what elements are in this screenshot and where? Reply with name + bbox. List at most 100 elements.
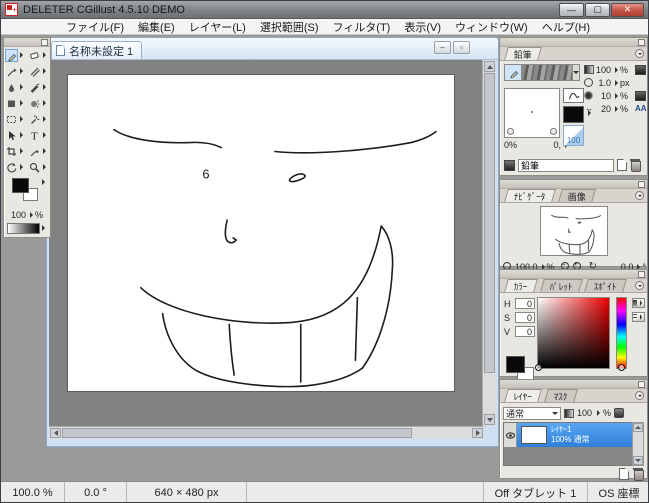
foreground-color-swatch[interactable]: [12, 178, 29, 193]
blend-mode-select[interactable]: 通常: [503, 407, 561, 420]
layers-close-box[interactable]: [638, 381, 645, 388]
curve-right-button[interactable]: [550, 128, 557, 135]
pressure-curve-editor[interactable]: [504, 88, 560, 138]
preset-tile[interactable]: 100: [563, 125, 584, 146]
lock-icon[interactable]: [614, 408, 624, 418]
pen-density-row[interactable]: 10 %: [584, 89, 646, 102]
delete-preset-icon[interactable]: [630, 159, 640, 171]
tool-crop[interactable]: [4, 143, 27, 159]
layers-titlebar[interactable]: [500, 380, 647, 389]
navigator-titlebar[interactable]: [500, 180, 647, 189]
scroll-left-arrow[interactable]: [50, 428, 61, 438]
palette-tab[interactable]: ﾊﾟﾚｯﾄ: [540, 279, 582, 292]
menu-layer[interactable]: レイヤー(L): [182, 19, 253, 35]
antialias-icon[interactable]: AA: [635, 104, 646, 114]
menu-view[interactable]: 表示(V): [397, 19, 448, 35]
hue-field[interactable]: 0: [515, 298, 535, 309]
layers-menu-button[interactable]: [635, 391, 644, 400]
swatch-dropdown-arrow[interactable]: [42, 179, 45, 185]
tool-text[interactable]: T: [27, 127, 50, 143]
color-panel-menu-button[interactable]: [635, 281, 644, 290]
saturation-field[interactable]: 0: [515, 312, 535, 323]
maximize-button[interactable]: ▢: [585, 3, 610, 17]
curve-shape-button[interactable]: [563, 88, 584, 103]
new-layer-icon[interactable]: [619, 468, 629, 480]
brush-selected-cell[interactable]: [505, 65, 522, 80]
toolbox-close-box[interactable]: [41, 39, 48, 46]
color-panel-titlebar[interactable]: [500, 270, 647, 279]
layer-scroll-up[interactable]: [633, 423, 643, 432]
doc-minimize-button[interactable]: –: [434, 41, 451, 54]
status-rotation[interactable]: 0.0 °: [65, 482, 127, 503]
gradient-bar[interactable]: [7, 223, 40, 234]
value-field[interactable]: 0: [515, 326, 535, 337]
menu-window[interactable]: ウィンドウ(W): [448, 19, 535, 35]
brush-preview-row[interactable]: [504, 64, 580, 81]
menu-help[interactable]: ヘルプ(H): [535, 19, 597, 35]
image-tab[interactable]: 画像: [558, 189, 596, 202]
layers-tab[interactable]: ﾚｲﾔｰ: [504, 389, 542, 402]
layer-row[interactable]: ﾚｲﾔｰ1 100% 通常: [504, 423, 633, 447]
brush-texture-strip[interactable]: [522, 65, 572, 80]
sv-marker[interactable]: [535, 364, 542, 371]
status-zoom[interactable]: 100.0 %: [1, 482, 65, 503]
titlebar[interactable]: DELETER CGillust 4.5.10 DEMO — ▢ ✕: [1, 1, 648, 19]
color-panel-close-box[interactable]: [638, 271, 645, 278]
menu-file[interactable]: ファイル(F): [59, 19, 131, 35]
pen-size-row[interactable]: 1.0 px: [584, 76, 646, 89]
navigator-tab[interactable]: ﾅﾋﾞｹﾞｰﾀ: [504, 189, 555, 202]
hue-marker[interactable]: [618, 364, 625, 371]
tool-magic-wand[interactable]: [27, 111, 50, 127]
curve-point[interactable]: [531, 111, 533, 113]
toolbox-titlebar[interactable]: [4, 38, 50, 47]
vscroll-thumb[interactable]: [484, 73, 495, 373]
menu-selection[interactable]: 選択範囲(S): [253, 19, 326, 35]
document-tab[interactable]: 名称未設定 1: [51, 41, 142, 59]
tool-airbrush[interactable]: [27, 95, 50, 111]
tool-move[interactable]: [4, 127, 27, 143]
tool-select-rect[interactable]: [4, 111, 27, 127]
new-preset-icon[interactable]: [617, 159, 627, 171]
navigator-thumbnail[interactable]: [540, 206, 608, 256]
tool-zoom[interactable]: [27, 159, 50, 175]
panel-foreground-swatch[interactable]: [506, 356, 525, 373]
scroll-right-arrow[interactable]: [472, 428, 483, 438]
tool-ink[interactable]: [4, 79, 27, 95]
close-button[interactable]: ✕: [611, 3, 644, 17]
navigator-close-box[interactable]: [638, 181, 645, 188]
canvas-drawing[interactable]: 6: [68, 75, 454, 391]
layer-scroll-down[interactable]: [633, 456, 643, 465]
canvas-horizontal-scrollbar[interactable]: [49, 426, 484, 439]
pen-panel-close-box[interactable]: [638, 39, 645, 46]
tool-pencil[interactable]: [4, 47, 27, 63]
layer-opacity-value[interactable]: 100: [577, 408, 592, 418]
canvas[interactable]: 6: [67, 74, 455, 392]
menu-filter[interactable]: フィルタ(T): [326, 19, 398, 35]
color-display-list-button[interactable]: [632, 312, 645, 322]
curve-left-button[interactable]: [507, 128, 514, 135]
canvas-vertical-scrollbar[interactable]: [482, 60, 496, 426]
pen-panel-tab[interactable]: 鉛筆: [504, 47, 542, 60]
saturation-value-square[interactable]: [537, 297, 610, 369]
curve-shape-dropdown[interactable]: [588, 93, 591, 99]
tool-pen[interactable]: [4, 63, 27, 79]
layer-visibility-toggle[interactable]: [504, 423, 517, 447]
tool-rotate[interactable]: [4, 159, 27, 175]
navigator-menu-button[interactable]: [635, 191, 644, 200]
hscroll-thumb[interactable]: [62, 428, 412, 438]
tool-eraser[interactable]: [27, 47, 50, 63]
pen-color-swatch[interactable]: [563, 106, 584, 123]
mask-tab[interactable]: ﾏｽｸ: [544, 389, 577, 402]
tool-fill[interactable]: [4, 95, 27, 111]
tool-brush-pen[interactable]: [27, 63, 50, 79]
pen-color-dropdown[interactable]: [588, 110, 591, 116]
color-display-grid-button[interactable]: [632, 298, 645, 308]
delete-layer-icon[interactable]: [633, 468, 643, 480]
minimize-button[interactable]: —: [559, 3, 584, 17]
tool-eyedropper[interactable]: [27, 143, 50, 159]
color-tab[interactable]: ｶﾗｰ: [504, 279, 537, 292]
tool-marker[interactable]: [27, 79, 50, 95]
pen-panel-menu-button[interactable]: [635, 49, 644, 58]
pen-spread-row[interactable]: ↔ 20 % AA: [584, 102, 646, 115]
menu-edit[interactable]: 編集(E): [131, 19, 182, 35]
